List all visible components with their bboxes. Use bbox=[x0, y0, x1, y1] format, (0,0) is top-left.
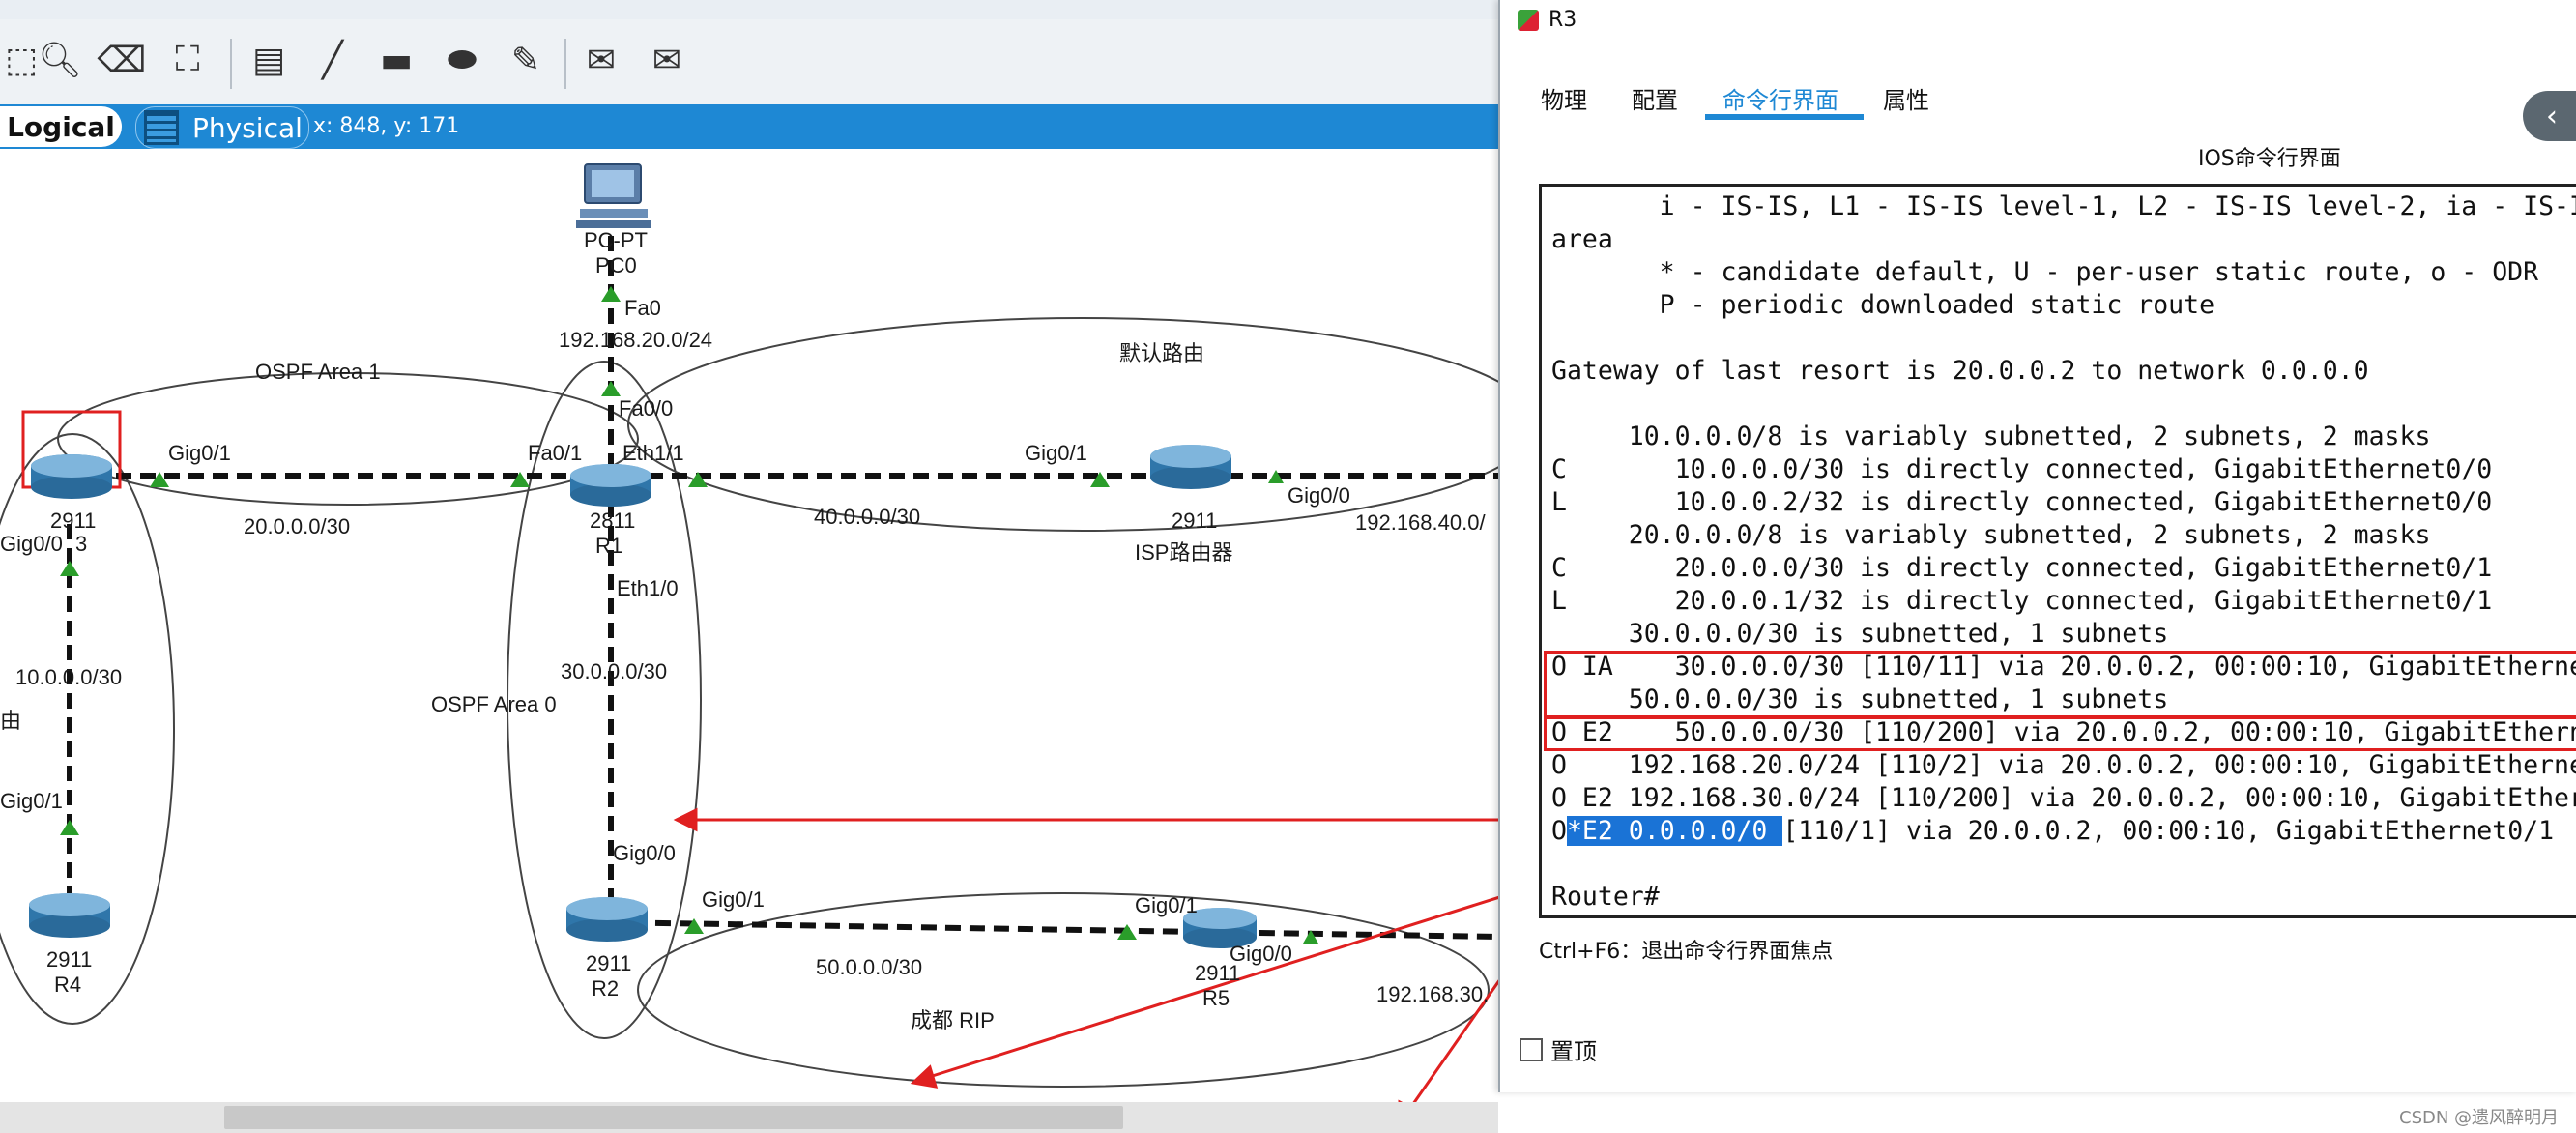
network-30-label: 30.0.0.0/30 bbox=[561, 659, 668, 683]
r4-name-label: R4 bbox=[54, 973, 82, 997]
r4-model-label: 2911 bbox=[46, 947, 93, 972]
selected-default-route: *E2 0.0.0.0/0 bbox=[1566, 816, 1783, 846]
r3-gig00-label: Gig0/0 bbox=[0, 532, 63, 556]
r5-model-label: 2911 bbox=[1195, 961, 1241, 985]
isp-gig01-label: Gig0/1 bbox=[1025, 441, 1087, 465]
annotation-arrow bbox=[1412, 979, 1498, 1102]
r3-gig01-label: Gig0/1 bbox=[168, 441, 231, 465]
annotation-arrowhead bbox=[910, 1064, 939, 1089]
r2-model-label: 2911 bbox=[586, 951, 632, 975]
pc0-name-label: PC0 bbox=[595, 253, 637, 277]
network-10-label: 10.0.0.0/30 bbox=[15, 665, 123, 689]
r1-fa01-label: Fa0/1 bbox=[528, 441, 583, 465]
r3-window-titlebar[interactable]: R3 bbox=[1518, 8, 1577, 32]
cli-shortcut-hint: Ctrl+F6：退出命令行界面焦点 bbox=[1539, 940, 1834, 964]
left-area-cut-label: 由 bbox=[0, 709, 22, 733]
collapse-panel-button[interactable]: ‹ bbox=[2523, 91, 2576, 141]
r1-name-label: R1 bbox=[595, 534, 623, 558]
annotation-arrowhead bbox=[673, 807, 698, 832]
line-icon[interactable]: ╱ bbox=[311, 39, 354, 81]
tab-physical-device[interactable]: 物理 bbox=[1541, 81, 1587, 115]
scrollbar-thumb[interactable] bbox=[224, 1106, 1123, 1129]
toolbar-top-strip bbox=[0, 0, 1498, 20]
pin-on-top-checkbox[interactable]: 置顶 bbox=[1520, 1032, 1597, 1066]
ellipse-icon[interactable]: ⬬ bbox=[441, 39, 483, 81]
tab-physical-label: Physical bbox=[192, 111, 303, 144]
resize-icon[interactable]: ⛶ bbox=[166, 39, 209, 81]
toolbar-separator bbox=[230, 39, 232, 89]
delete-icon[interactable]: ⌫ bbox=[98, 39, 147, 81]
cli-terminal[interactable]: i - IS-IS, L1 - IS-IS level-1, L2 - IS-I… bbox=[1539, 184, 2576, 918]
annotation-box-e2-route bbox=[1544, 716, 2576, 751]
active-tab-indicator bbox=[1705, 114, 1864, 120]
default-route-outline bbox=[627, 317, 1498, 532]
link-light bbox=[60, 820, 79, 835]
ospf-area1-outline bbox=[57, 372, 639, 506]
router-window-icon bbox=[1518, 9, 1539, 31]
isp-name-label: ISP路由器 bbox=[1135, 540, 1233, 565]
tab-physical[interactable]: Physical bbox=[135, 106, 309, 149]
link-light bbox=[601, 286, 621, 302]
r2-name-label: R2 bbox=[592, 976, 620, 1001]
select-icon[interactable]: ⬚ bbox=[0, 39, 43, 81]
ospf-area0-label: OSPF Area 0 bbox=[431, 692, 557, 716]
pdu-simple-icon[interactable]: ✉ bbox=[580, 39, 622, 81]
toolbar-separator bbox=[564, 39, 566, 89]
isp-model-label: 2911 bbox=[1172, 508, 1218, 533]
network-20-label: 20.0.0.0/30 bbox=[244, 514, 351, 538]
ospf-area1-label: OSPF Area 1 bbox=[255, 360, 381, 384]
note-icon[interactable]: ▤ bbox=[247, 39, 290, 81]
network-192-168-40-label: 192.168.40.0/ bbox=[1355, 510, 1486, 535]
pdu-complex-icon[interactable]: ✉ bbox=[646, 39, 688, 81]
r5-gig01-label: Gig0/1 bbox=[1135, 893, 1198, 917]
r3-window-title: R3 bbox=[1548, 8, 1577, 32]
watermark: CSDN @遗风醉明月 bbox=[2399, 1108, 2560, 1128]
router-icon bbox=[29, 445, 1257, 948]
zoom-icon[interactable]: 🔍︎ bbox=[38, 39, 82, 81]
r1-eth11-label: Eth1/1 bbox=[622, 441, 684, 465]
physical-grid-icon bbox=[144, 110, 179, 145]
r3-name-label: 3 bbox=[75, 532, 88, 556]
isp-gig00-label: Gig0/0 bbox=[1288, 483, 1350, 508]
chevron-left-icon: ‹ bbox=[2546, 99, 2558, 133]
r1-eth10-label: Eth1/0 bbox=[617, 576, 679, 600]
network-50-label: 50.0.0.0/30 bbox=[816, 955, 923, 979]
pc0-type-label: PC-PT bbox=[584, 228, 648, 252]
pin-on-top-label: 置顶 bbox=[1550, 1038, 1597, 1065]
checkbox-box[interactable] bbox=[1520, 1037, 1543, 1061]
tab-config[interactable]: 配置 bbox=[1632, 81, 1678, 115]
tab-cli[interactable]: 命令行界面 bbox=[1722, 81, 1838, 115]
freeform-icon[interactable]: ✎ bbox=[505, 39, 547, 81]
r1-fa00-label: Fa0/0 bbox=[619, 396, 674, 421]
pc0-fa0-label: Fa0 bbox=[624, 296, 661, 320]
link-r2-r5 bbox=[606, 919, 1498, 940]
rip-area-label: 成都 RIP bbox=[911, 1008, 995, 1032]
cli-heading: IOS命令行界面 bbox=[2198, 147, 2341, 171]
annotation-box-ia-route bbox=[1544, 651, 2576, 718]
logical-workspace-canvas[interactable]: PC-PT PC0 Fa0 192.168.20.0/24 OSPF Area … bbox=[0, 149, 1498, 1102]
tab-attributes[interactable]: 属性 bbox=[1883, 81, 1929, 115]
r2-gig01-label: Gig0/1 bbox=[702, 887, 765, 912]
rectangle-icon[interactable]: ▬ bbox=[375, 39, 418, 81]
r2-gig00-label: Gig0/0 bbox=[613, 841, 676, 865]
network-192-168-20-label: 192.168.20.0/24 bbox=[559, 328, 713, 352]
pc0-icon bbox=[576, 163, 651, 228]
tab-logical[interactable]: Logical bbox=[0, 106, 122, 147]
r4-gig01-label: Gig0/1 bbox=[0, 789, 63, 813]
link-light bbox=[60, 561, 79, 576]
network-192-168-30-label: 192.168.30. bbox=[1376, 982, 1490, 1006]
default-route-label: 默认路由 bbox=[1119, 341, 1205, 365]
r1-model-label: 2811 bbox=[590, 508, 636, 533]
terminal-output: i - IS-IS, L1 - IS-IS level-1, L2 - IS-I… bbox=[1551, 191, 2576, 912]
r3-model-label: 2911 bbox=[50, 508, 97, 533]
r5-name-label: R5 bbox=[1202, 986, 1230, 1010]
main-toolbar bbox=[0, 19, 1498, 104]
network-40-label: 40.0.0.0/30 bbox=[814, 505, 921, 529]
link-light bbox=[601, 381, 621, 396]
cursor-coordinates: x: 848, y: 171 bbox=[313, 114, 460, 138]
